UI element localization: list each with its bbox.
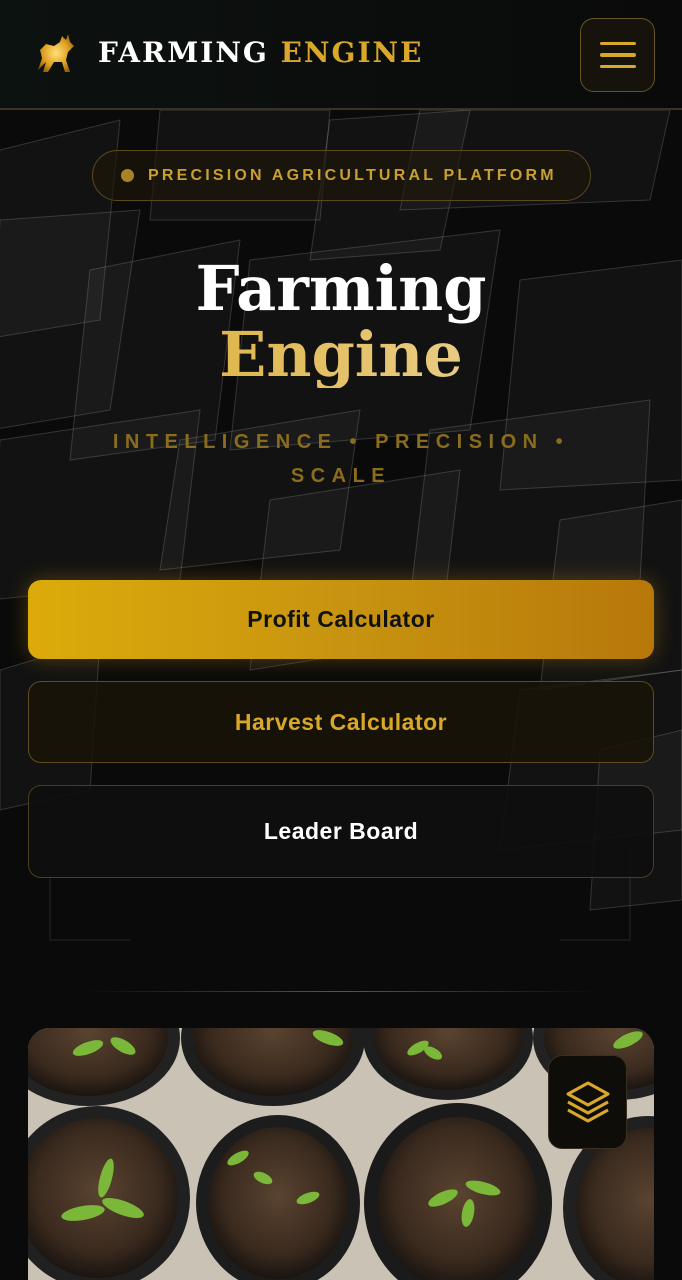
hero-title-line2: Engine (0, 322, 682, 388)
brand-word-engine: ENGINE (280, 36, 424, 69)
hero-title-line1: Farming (195, 252, 487, 325)
golden-bull-icon[interactable] (32, 30, 76, 78)
badge-text: PRECISION AGRICULTURAL PLATFORM (148, 166, 557, 184)
layers-icon (566, 1081, 609, 1123)
layers-button[interactable] (548, 1055, 627, 1149)
brand-name[interactable]: FARMING ENGINE (98, 36, 423, 69)
menu-button[interactable] (580, 18, 655, 92)
badge-dot-icon (121, 169, 134, 182)
leader-board-button[interactable]: Leader Board (28, 785, 654, 878)
harvest-calculator-button[interactable]: Harvest Calculator (28, 681, 654, 763)
tagline-line2: SCALE (290, 465, 392, 487)
hamburger-line (599, 64, 636, 69)
brand-word-farming: FARMING (98, 36, 269, 69)
tagline-line1: INTELLIGENCE • PRECISION • (112, 431, 570, 453)
profit-calculator-button[interactable]: Profit Calculator (28, 580, 654, 659)
hamburger-line (599, 53, 636, 57)
top-header: FARMING ENGINE (0, 0, 682, 110)
platform-badge: PRECISION AGRICULTURAL PLATFORM (92, 150, 591, 201)
hamburger-menu-icon (599, 41, 636, 46)
section-divider (85, 991, 597, 992)
